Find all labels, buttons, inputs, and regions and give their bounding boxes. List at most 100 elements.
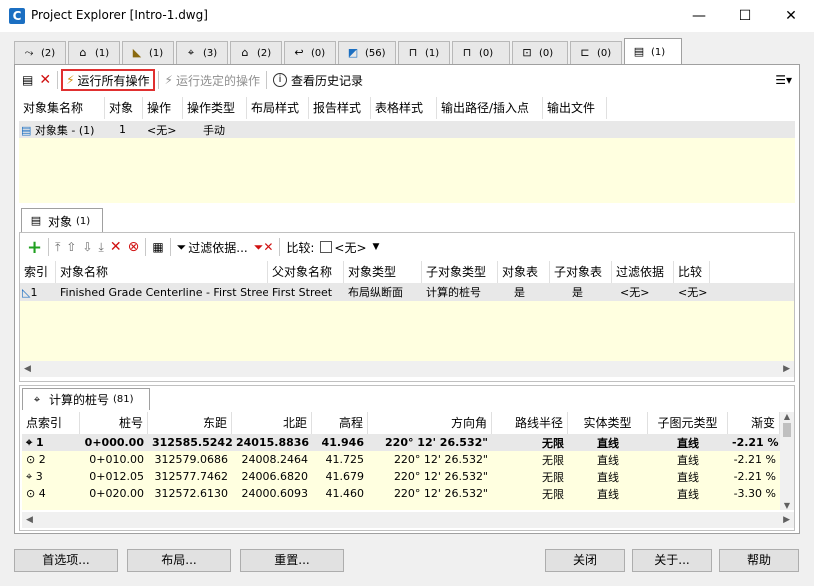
col-header[interactable]: 操作类型 xyxy=(183,97,247,119)
col-header[interactable]: 过滤依据 xyxy=(612,261,674,283)
tab-object-sets[interactable]: ▤ (1) xyxy=(624,38,682,65)
station-point-icon: ⊙ xyxy=(26,453,36,466)
col-header[interactable]: 对象 xyxy=(105,97,143,119)
tab-parcels[interactable]: ⌂ (2) xyxy=(230,41,282,64)
objects-panel: + ⤒ ⇧ ⇩ ⤓ ✕ ⊗ ▦ ⏷ 过滤依据... ⏷✕ 比较: <无> ▼ 索引 … xyxy=(19,232,795,382)
layout-button[interactable]: 布局... xyxy=(127,549,231,572)
station-icon: ⌖ xyxy=(33,392,41,406)
move-down-icon[interactable]: ⇩ xyxy=(79,236,95,258)
col-header[interactable]: 报告样式 xyxy=(309,97,371,119)
objects-subtab[interactable]: ▤ 对象 (1) xyxy=(21,208,103,233)
col-header[interactable]: 子对象类型 xyxy=(422,261,498,283)
tab-pressure-networks[interactable]: ⊓ (0) xyxy=(452,41,510,64)
reset-button[interactable]: 重置... xyxy=(240,549,344,572)
tab-assemblies[interactable]: ⊏ (0) xyxy=(570,41,622,64)
stations-horizontal-scrollbar[interactable]: ◀ ▶ xyxy=(22,512,794,528)
col-header[interactable]: 对象集名称 xyxy=(19,97,105,119)
scroll-left-icon[interactable]: ◀ xyxy=(26,515,33,525)
add-object-icon[interactable]: + xyxy=(24,236,45,258)
help-button[interactable]: 帮助 xyxy=(719,549,799,572)
preferences-button[interactable]: 首选项... xyxy=(14,549,118,572)
title-bar: C Project Explorer [Intro-1.dwg] — ☐ ✕ xyxy=(0,0,814,32)
table-row[interactable]: ⌖ 3 0+012.05 312577.7462 24006.6820 41.6… xyxy=(22,468,780,485)
move-bottom-icon[interactable]: ⤓ xyxy=(96,236,107,258)
col-header[interactable]: 东距 xyxy=(148,412,232,434)
col-header[interactable]: 渐变 xyxy=(728,412,780,434)
run-selected-operations-button[interactable]: ⚡ 运行选定的操作 xyxy=(162,69,263,91)
run-all-operations-button[interactable]: ⚡ 运行所有操作 xyxy=(61,69,155,91)
table-row[interactable]: ⌖ 1 0+000.00 312585.5242 24015.8836 41.9… xyxy=(22,434,780,451)
col-header[interactable]: 操作 xyxy=(143,97,183,119)
col-header[interactable]: 输出路径/插入点 xyxy=(437,97,543,119)
col-header[interactable]: 父对象名称 xyxy=(268,261,344,283)
run-all-icon: ⚡ xyxy=(66,73,75,87)
corridor-icon: ◩ xyxy=(347,46,359,59)
col-header[interactable]: 比较 xyxy=(674,261,710,283)
scroll-right-icon[interactable]: ▶ xyxy=(783,515,790,525)
about-button[interactable]: 关于... xyxy=(632,549,712,572)
col-header[interactable]: 北距 xyxy=(232,412,312,434)
stations-subtab[interactable]: ⌖ 计算的桩号 (81) xyxy=(22,388,150,410)
col-header[interactable]: 实体类型 xyxy=(568,412,648,434)
scroll-down-icon[interactable]: ▼ xyxy=(780,501,794,510)
col-header[interactable]: 对象表 xyxy=(498,261,550,283)
station-crosshair-icon: ⌖ xyxy=(26,435,33,449)
tab-profiles[interactable]: ◣ (1) xyxy=(122,41,174,64)
table-row[interactable]: ⊙ 4 0+020.00 312572.6130 24000.6093 41.4… xyxy=(22,485,780,502)
col-header[interactable]: 对象类型 xyxy=(344,261,422,283)
columns-menu-icon[interactable]: ☰▾ xyxy=(772,69,795,91)
move-up-icon[interactable]: ⇧ xyxy=(63,236,79,258)
objects-horizontal-scrollbar[interactable]: ◀ ▶ xyxy=(20,361,794,377)
table-row[interactable]: ▤ 对象集 - (1) 1 <无> 手动 xyxy=(19,121,795,138)
new-object-set-icon[interactable]: ▤ xyxy=(19,69,36,91)
view-history-button[interactable]: i 查看历史记录 xyxy=(270,69,366,91)
scroll-up-icon[interactable]: ▲ xyxy=(780,412,794,421)
tab-pipe-networks[interactable]: ⊓ (1) xyxy=(398,41,450,64)
move-top-icon[interactable]: ⤒ xyxy=(52,236,63,258)
col-header[interactable]: 方向角 xyxy=(368,412,492,434)
col-header[interactable]: 高程 xyxy=(312,412,368,434)
compare-dropdown[interactable]: <无> ▼ xyxy=(317,236,382,258)
col-header[interactable]: 输出文件 xyxy=(543,97,607,119)
stations-vertical-scrollbar[interactable]: ▲ ▼ xyxy=(780,412,794,510)
clear-filter-icon[interactable]: ⏷✕ xyxy=(251,236,277,258)
tab-alignments[interactable]: ⤳ (2) xyxy=(14,41,66,64)
table-row[interactable]: ⊙ 2 0+010.00 312579.0686 24008.2464 41.7… xyxy=(22,451,780,468)
object-set-table-body: ▤ 对象集 - (1) 1 <无> 手动 xyxy=(19,121,795,203)
col-header[interactable]: 路线半径 xyxy=(492,412,568,434)
col-header[interactable]: 点索引 xyxy=(22,412,80,434)
remove-object-icon[interactable]: ✕ xyxy=(107,236,125,258)
table-row[interactable]: ◺1 Finished Grade Centerline - First Str… xyxy=(20,283,794,301)
col-header[interactable]: 索引 xyxy=(20,261,56,283)
tab-surfaces[interactable]: ⌂ (1) xyxy=(68,41,120,64)
object-type-tabs: ⤳ (2) ⌂ (1) ◣ (1) ⌖ (3) ⌂ (2) ↩ (0) ◩ (56) ⊓ (1)… xyxy=(0,38,814,65)
col-header[interactable]: 子对象表 xyxy=(550,261,612,283)
object-name-cell: Finished Grade Centerline - First Street xyxy=(60,285,268,299)
delete-icon[interactable]: ✕ xyxy=(36,69,54,91)
profile-icon: ◣ xyxy=(132,46,142,59)
close-button[interactable]: 关闭 xyxy=(545,549,625,572)
table-icon[interactable]: ▦ xyxy=(149,236,166,258)
minimize-button[interactable]: — xyxy=(676,0,722,32)
tab-sample-lines[interactable]: ⊡ (0) xyxy=(512,41,568,64)
object-table-cell: 是 xyxy=(514,286,525,299)
station-point-icon: ⊙ xyxy=(26,487,36,500)
col-header[interactable]: 表格样式 xyxy=(371,97,437,119)
scrollbar-thumb[interactable] xyxy=(783,423,791,437)
col-header[interactable]: 对象名称 xyxy=(56,261,268,283)
maximize-button[interactable]: ☐ xyxy=(722,0,768,32)
compare-shape-icon xyxy=(320,241,333,253)
remove-all-icon[interactable]: ⊗ xyxy=(125,236,143,258)
col-header[interactable]: 桩号 xyxy=(80,412,148,434)
scroll-left-icon[interactable]: ◀ xyxy=(24,364,31,374)
tab-corridors[interactable]: ◩ (56) xyxy=(338,41,396,64)
col-header[interactable]: 子图元类型 xyxy=(648,412,728,434)
filter-by-button[interactable]: ⏷ 过滤依据... xyxy=(174,236,251,258)
scroll-right-icon[interactable]: ▶ xyxy=(783,364,790,374)
col-header[interactable]: 布局样式 xyxy=(247,97,309,119)
object-set-toolbar: ▤ ✕ ⚡ 运行所有操作 ⚡ 运行选定的操作 i 查看历史记录 ☰▾ xyxy=(19,67,795,93)
tab-points[interactable]: ⌖ (3) xyxy=(176,41,228,64)
filter-icon: ⏷ xyxy=(176,239,187,254)
tab-feature-lines[interactable]: ↩ (0) xyxy=(284,41,336,64)
close-window-button[interactable]: ✕ xyxy=(768,0,814,32)
